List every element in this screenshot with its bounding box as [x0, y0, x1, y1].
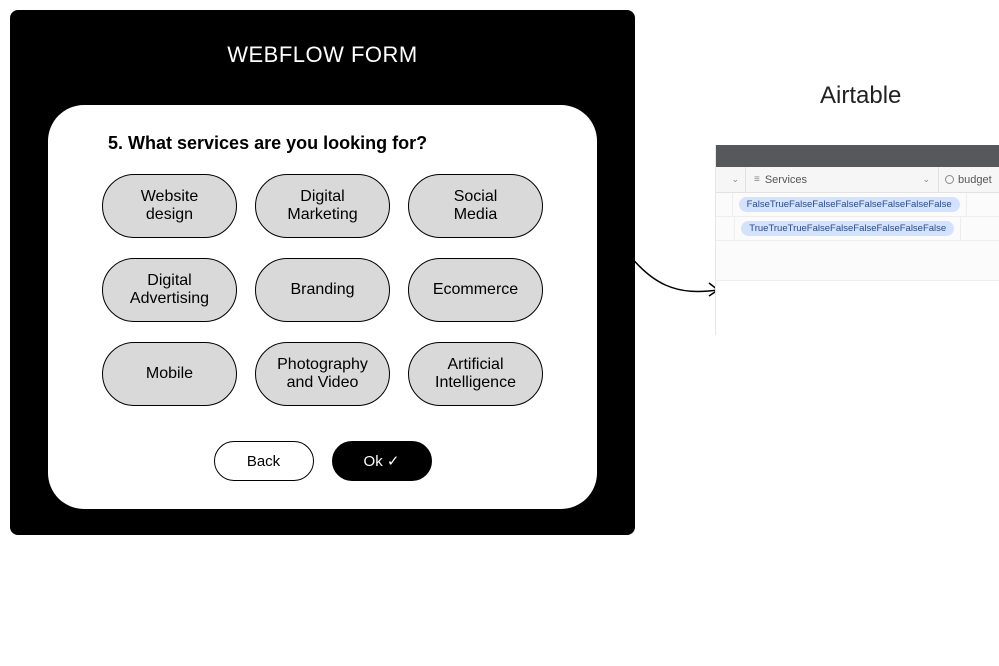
services-tag: TrueTrueTrueFalseFalseFalseFalseFalseFal… [741, 221, 954, 236]
multiselect-icon: ≡ [754, 174, 759, 185]
option-artificial-intelligence[interactable]: Artificial Intelligence [408, 342, 543, 406]
airtable-body: FalseTrueFalseFalseFalseFalseFalseFalseF… [716, 193, 999, 281]
chevron-down-icon: ⌄ [731, 174, 739, 185]
airtable-title: Airtable [820, 82, 901, 110]
column-header-budget[interactable]: budget [939, 167, 999, 192]
back-button[interactable]: Back [214, 441, 314, 481]
form-card: 5. What services are you looking for? We… [48, 105, 597, 509]
airtable-toolbar [716, 145, 999, 167]
arrow-icon [610, 230, 730, 320]
form-question: 5. What services are you looking for? [108, 133, 547, 154]
webflow-panel: WEBFLOW FORM 5. What services are you lo… [10, 10, 635, 535]
airtable-header-row: ⌄ ≡ Services ⌄ budget [716, 167, 999, 193]
single-select-icon [945, 175, 954, 184]
option-ecommerce[interactable]: Ecommerce [408, 258, 543, 322]
option-social-media[interactable]: Social Media [408, 174, 543, 238]
option-website-design[interactable]: Website design [102, 174, 237, 238]
prev-column-collapse[interactable]: ⌄ [716, 167, 746, 192]
webflow-title: WEBFLOW FORM [10, 10, 635, 86]
column-header-services-label: Services [765, 174, 807, 186]
option-mobile[interactable]: Mobile [102, 342, 237, 406]
airtable-window: ⌄ ≡ Services ⌄ budget FalseTrueFalseFals… [715, 145, 999, 335]
table-row[interactable]: FalseTrueFalseFalseFalseFalseFalseFalseF… [716, 193, 999, 217]
options-grid: Website design Digital Marketing Social … [98, 174, 547, 406]
form-actions: Back Ok ✓ [48, 441, 597, 481]
table-row[interactable]: TrueTrueTrueFalseFalseFalseFalseFalseFal… [716, 217, 999, 241]
chevron-down-icon: ⌄ [922, 174, 930, 185]
ok-button[interactable]: Ok ✓ [332, 441, 432, 481]
services-tag: FalseTrueFalseFalseFalseFalseFalseFalseF… [739, 197, 960, 212]
empty-rows [716, 241, 999, 281]
option-digital-marketing[interactable]: Digital Marketing [255, 174, 390, 238]
column-header-budget-label: budget [958, 174, 992, 186]
option-photography-video[interactable]: Photography and Video [255, 342, 390, 406]
option-digital-advertising[interactable]: Digital Advertising [102, 258, 237, 322]
option-branding[interactable]: Branding [255, 258, 390, 322]
column-header-services[interactable]: ≡ Services ⌄ [746, 167, 939, 192]
